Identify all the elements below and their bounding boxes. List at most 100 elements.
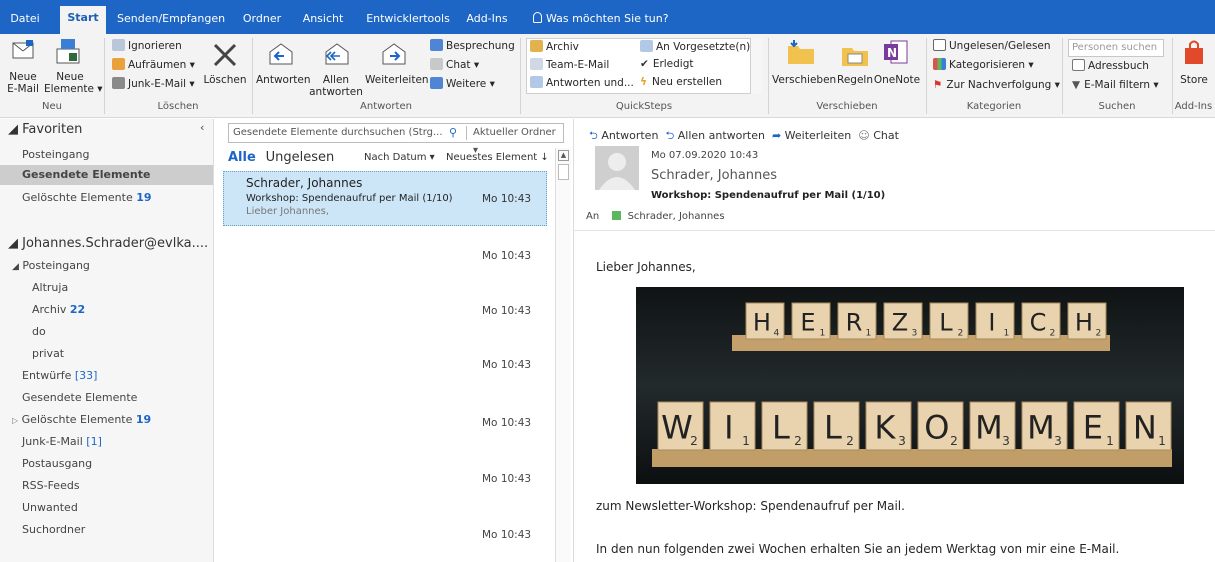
new-email-label-2: E-Mail xyxy=(7,83,39,95)
store-button[interactable]: Store xyxy=(1174,74,1214,86)
sort-order-toggle[interactable]: Neuestes Element ↓ xyxy=(446,152,549,163)
group-label-verschieben: Verschieben xyxy=(816,101,878,112)
chat-button[interactable]: Chat ▾ xyxy=(430,58,479,71)
reading-chat[interactable]: Chat xyxy=(873,129,899,142)
quickstep-done-label: Erledigt xyxy=(652,58,694,70)
tile-letter: I xyxy=(988,308,995,336)
ignore-button[interactable]: Ignorieren xyxy=(112,39,182,52)
onenote-button[interactable]: OneNote xyxy=(872,74,922,86)
forward-icon xyxy=(382,43,406,65)
folder-do[interactable]: do xyxy=(32,325,46,338)
quickstep-reply-delete[interactable]: Antworten und... xyxy=(530,76,634,89)
junk-button[interactable]: Junk-E-Mail ▾ xyxy=(112,77,195,90)
favorites-header[interactable]: ◢ Favoriten xyxy=(8,122,82,137)
tile-letter: H xyxy=(1075,308,1093,336)
quickstep-to-manager[interactable]: An Vorgesetzte(n) xyxy=(640,40,750,53)
email-body-line-1: zum Newsletter-Workshop: Spendenaufruf p… xyxy=(596,499,905,513)
folder-privat[interactable]: privat xyxy=(32,347,64,360)
tab-entwicklertools[interactable]: Entwicklertools xyxy=(365,9,451,34)
folder-deleted[interactable]: ▷ Gelöschte Elemente 19 xyxy=(12,413,151,426)
folder-altruja[interactable]: Altruja xyxy=(32,281,68,294)
message-from[interactable]: Schrader, Johannes xyxy=(651,168,777,183)
quickstep-done[interactable]: ✔ Erledigt xyxy=(640,58,694,70)
email-body-line-2: In den nun folgenden zwei Wochen erhalte… xyxy=(596,542,1120,556)
reading-reply-all[interactable]: Allen antworten xyxy=(678,129,765,142)
reading-forward[interactable]: Weiterleiten xyxy=(785,129,852,142)
folder-outbox[interactable]: Postausgang xyxy=(22,457,92,470)
followup-label: Zur Nachverfolgung xyxy=(946,79,1052,91)
people-search-input[interactable]: Personen suchen xyxy=(1068,39,1164,57)
category-square-icon xyxy=(612,211,622,220)
tile-score: 2 xyxy=(1096,328,1102,338)
new-email-button[interactable]: Neue E-Mail xyxy=(2,71,44,95)
tab-datei[interactable]: Datei xyxy=(10,9,40,34)
message-time[interactable]: Mo 10:43 xyxy=(482,529,531,541)
new-items-button[interactable]: Neue Elemente ▾ xyxy=(44,71,103,95)
filter-email-button[interactable]: ▼ E-Mail filtern ▾ xyxy=(1072,79,1159,91)
categorize-button[interactable]: Kategorisieren ▾ xyxy=(933,58,1034,71)
unread-read-button[interactable]: Ungelesen/Gelesen xyxy=(933,39,1051,52)
new-email-icon xyxy=(12,40,34,59)
quicksteps-scroll[interactable] xyxy=(750,38,762,94)
search-icon[interactable]: ⚲ xyxy=(449,124,457,142)
folder-fav-deleted[interactable]: Gelöschte Elemente 19 xyxy=(22,191,152,204)
folder-junk[interactable]: Junk-E-Mail [1] xyxy=(22,435,102,448)
tab-add-ins[interactable]: Add-Ins xyxy=(465,9,509,34)
quickstep-create-new[interactable]: ϟ Neu erstellen xyxy=(640,76,722,88)
to-recipient[interactable]: Schrader, Johannes xyxy=(628,211,725,222)
separator xyxy=(574,230,1215,231)
collapse-pane-icon[interactable]: ‹ xyxy=(200,121,204,134)
message-list-scrollbar[interactable]: ▲ xyxy=(555,148,571,562)
tile-letter: R xyxy=(846,308,863,336)
more-button[interactable]: Weitere ▾ xyxy=(430,77,495,90)
folder-rss[interactable]: RSS-Feeds xyxy=(22,479,80,492)
folder-inbox[interactable]: ◢ Posteingang xyxy=(12,259,90,272)
folder-fav-sent[interactable]: Gesendete Elemente xyxy=(0,165,213,185)
scroll-up-icon[interactable]: ▲ xyxy=(558,150,569,161)
forward-button[interactable]: Weiterleiten xyxy=(365,74,429,86)
mail-search-placeholder: Gesendete Elemente durchsuchen (Strg... xyxy=(233,127,443,138)
delete-button[interactable]: Löschen xyxy=(200,74,250,86)
tell-me-box[interactable]: Was möchten Sie tun? xyxy=(533,9,669,29)
quickstep-archive[interactable]: Archiv xyxy=(530,40,579,53)
message-time[interactable]: Mo 10:43 xyxy=(482,250,531,262)
message-time[interactable]: Mo 10:43 xyxy=(482,473,531,485)
quickstep-team[interactable]: Team-E-Mail xyxy=(530,58,609,71)
tab-ordner[interactable]: Ordner xyxy=(241,9,283,34)
account-header[interactable]: ◢ Johannes.Schrader@evlka.... xyxy=(8,236,208,251)
folder-deleted-label: Gelöschte Elemente xyxy=(21,413,133,426)
rules-button[interactable]: Regeln xyxy=(836,74,874,86)
tile-score: 2 xyxy=(1050,328,1056,338)
reply-button[interactable]: Antworten xyxy=(256,74,311,86)
message-sender: Schrader, Johannes xyxy=(246,176,363,190)
cleanup-button[interactable]: Aufräumen ▾ xyxy=(112,58,195,71)
message-time[interactable]: Mo 10:43 xyxy=(482,417,531,429)
folder-search-folders[interactable]: Suchordner xyxy=(22,523,85,536)
message-time[interactable]: Mo 10:43 xyxy=(482,305,531,317)
new-items-label-2: Elemente ▾ xyxy=(44,83,103,95)
reply-all-button[interactable]: Allen antworten xyxy=(308,74,364,98)
tab-ansicht[interactable]: Ansicht xyxy=(301,9,345,34)
tell-me-text: Was möchten Sie tun? xyxy=(546,12,669,25)
message-item-selected[interactable]: Schrader, Johannes Workshop: Spendenaufr… xyxy=(223,171,547,226)
tab-start[interactable]: Start xyxy=(60,6,106,34)
tab-senden-empfangen[interactable]: Senden/Empfangen xyxy=(117,9,225,34)
addressbook-button[interactable]: Adressbuch xyxy=(1072,59,1149,72)
mail-search-input[interactable]: Gesendete Elemente durchsuchen (Strg... … xyxy=(228,123,564,156)
folder-sent[interactable]: Gesendete Elemente xyxy=(22,391,137,404)
folder-drafts[interactable]: Entwürfe [33] xyxy=(22,369,97,382)
sort-by-dropdown[interactable]: Nach Datum ▾ xyxy=(364,152,435,163)
categorize-label: Kategorisieren xyxy=(949,59,1026,71)
filter-all[interactable]: Alle xyxy=(228,150,256,165)
folder-archiv[interactable]: Archiv 22 xyxy=(32,303,85,316)
scroll-thumb[interactable] xyxy=(558,164,569,180)
move-button[interactable]: Verschieben xyxy=(772,74,836,86)
meeting-button[interactable]: Besprechung xyxy=(430,39,515,52)
message-time[interactable]: Mo 10:43 xyxy=(482,359,531,371)
folder-unwanted[interactable]: Unwanted xyxy=(22,501,78,514)
folder-fav-inbox[interactable]: Posteingang xyxy=(22,148,90,161)
reading-reply[interactable]: Antworten xyxy=(601,129,658,142)
collapse-arrow-icon: ◢ xyxy=(8,122,18,137)
filter-unread[interactable]: Ungelesen xyxy=(266,150,335,165)
followup-button[interactable]: ⚑ Zur Nachverfolgung ▾ xyxy=(933,79,1060,91)
